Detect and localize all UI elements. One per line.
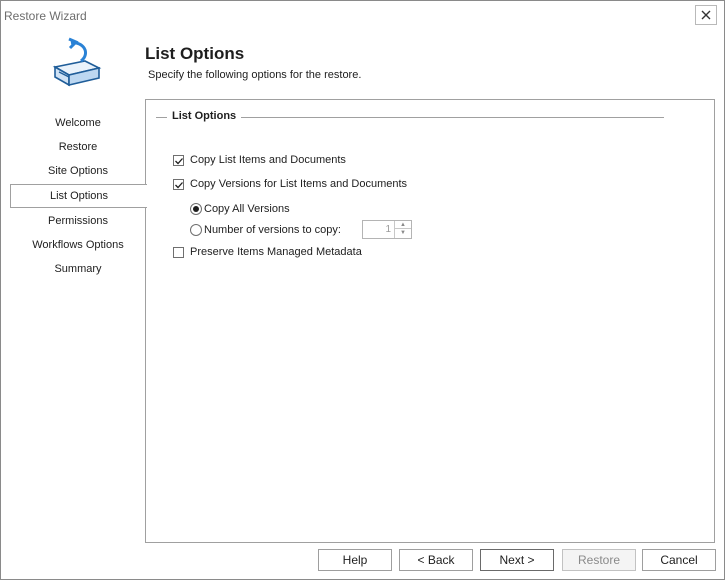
group-title: List Options bbox=[167, 110, 242, 122]
preserve-metadata-checkbox[interactable] bbox=[173, 246, 184, 258]
restore-wizard-window: Restore Wizard List Options Specify the … bbox=[0, 0, 725, 580]
copy-list-items-checkbox[interactable] bbox=[173, 154, 184, 166]
nav-item-permissions[interactable]: Permissions bbox=[10, 209, 146, 233]
number-of-versions-option[interactable]: Number of versions to copy: bbox=[190, 224, 341, 236]
nav-item-welcome[interactable]: Welcome bbox=[10, 111, 146, 135]
copy-versions-option[interactable]: Copy Versions for List Items and Documen… bbox=[173, 178, 407, 190]
checkmark-icon bbox=[175, 181, 183, 188]
number-of-versions-label: Number of versions to copy: bbox=[204, 224, 341, 236]
stepper-up-button[interactable]: ▲ bbox=[395, 221, 411, 229]
versions-count-value: 1 bbox=[385, 224, 391, 235]
preserve-metadata-label: Preserve Items Managed Metadata bbox=[190, 246, 362, 258]
help-button[interactable]: Help bbox=[318, 549, 392, 571]
page-title: List Options bbox=[145, 44, 245, 63]
nav-item-list-options[interactable]: List Options bbox=[10, 184, 147, 208]
nav-item-site-options[interactable]: Site Options bbox=[10, 159, 146, 183]
copy-versions-checkbox[interactable] bbox=[173, 178, 184, 190]
title-bar: Restore Wizard bbox=[1, 1, 724, 31]
stepper-down-button[interactable]: ▼ bbox=[395, 229, 411, 237]
nav-item-summary[interactable]: Summary bbox=[10, 257, 146, 281]
copy-all-versions-option[interactable]: Copy All Versions bbox=[190, 203, 290, 215]
back-button[interactable]: < Back bbox=[399, 549, 473, 571]
close-icon bbox=[701, 10, 711, 20]
versions-count-stepper[interactable]: 1 ▲ ▼ bbox=[362, 220, 412, 239]
wizard-step-nav: Welcome Restore Site Options List Option… bbox=[10, 111, 147, 281]
copy-all-versions-label: Copy All Versions bbox=[204, 203, 290, 215]
preserve-metadata-option[interactable]: Preserve Items Managed Metadata bbox=[173, 246, 362, 258]
nav-item-workflows-options[interactable]: Workflows Options bbox=[10, 233, 146, 257]
restore-wizard-icon bbox=[45, 37, 105, 89]
number-of-versions-radio[interactable] bbox=[190, 224, 202, 236]
copy-all-versions-radio[interactable] bbox=[190, 203, 202, 215]
next-button[interactable]: Next > bbox=[480, 549, 554, 571]
window-title: Restore Wizard bbox=[4, 9, 87, 23]
nav-item-restore[interactable]: Restore bbox=[10, 135, 146, 159]
content-panel: List Options Copy List Items and Documen… bbox=[145, 99, 715, 543]
copy-versions-label: Copy Versions for List Items and Documen… bbox=[190, 178, 408, 190]
stepper-buttons: ▲ ▼ bbox=[394, 221, 411, 238]
restore-button[interactable]: Restore bbox=[562, 549, 636, 571]
copy-list-items-option[interactable]: Copy List Items and Documents bbox=[173, 154, 346, 166]
close-button[interactable] bbox=[695, 5, 717, 25]
cancel-button[interactable]: Cancel bbox=[642, 549, 716, 571]
page-subtitle: Specify the following options for the re… bbox=[148, 69, 362, 81]
checkmark-icon bbox=[175, 157, 183, 164]
copy-list-items-label: Copy List Items and Documents bbox=[190, 154, 346, 166]
